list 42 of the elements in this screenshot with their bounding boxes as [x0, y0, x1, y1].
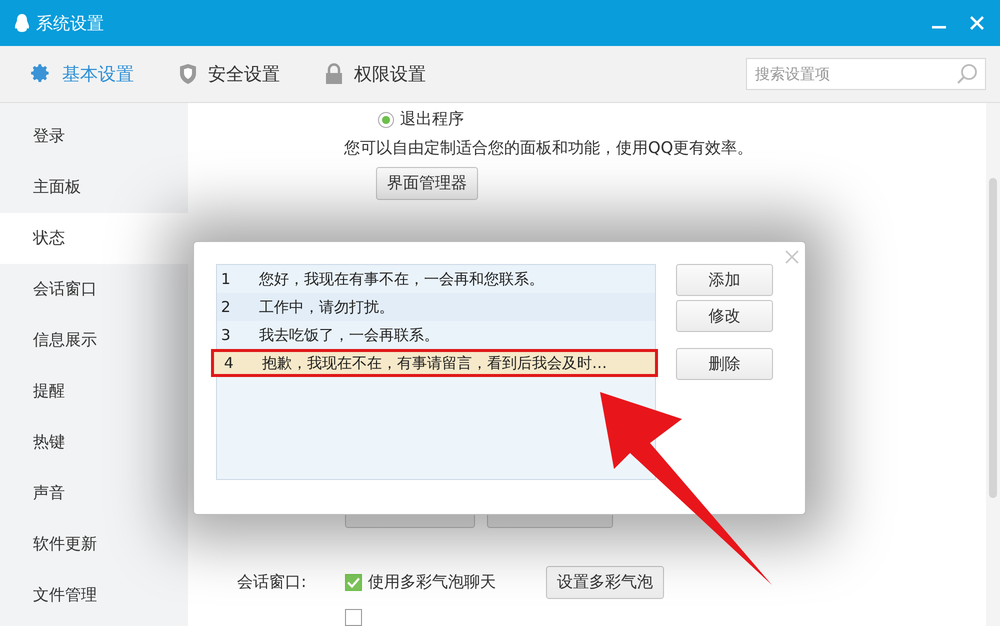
- settings-tab[interactable]: 权限设置: [324, 62, 426, 86]
- bubble-settings-button[interactable]: 设置多彩气泡: [546, 566, 664, 599]
- message-text: 您好，我现在有事不在，一会再和您联系。: [259, 270, 544, 288]
- sidebar-item[interactable]: 声音: [0, 468, 188, 519]
- scrollbar[interactable]: [986, 103, 1000, 626]
- sidebar-item[interactable]: 软件更新: [0, 519, 188, 570]
- dialog-button[interactable]: 添加: [676, 264, 773, 296]
- window-title: 系统设置: [36, 12, 105, 34]
- sidebar-item[interactable]: 主面板: [0, 162, 188, 213]
- row-number: 1: [221, 270, 232, 288]
- radio-label: 退出程序: [400, 109, 464, 130]
- sidebar-item[interactable]: 文件管理: [0, 570, 188, 621]
- search-field[interactable]: 搜索设置项: [746, 58, 986, 90]
- sidebar-item[interactable]: 热键: [0, 417, 188, 468]
- dialog-button[interactable]: 修改: [676, 300, 773, 332]
- row-number: 3: [221, 326, 232, 344]
- sidebar-item[interactable]: 状态: [0, 213, 188, 264]
- lock-icon: [324, 63, 344, 85]
- sidebar-item[interactable]: 会话窗口: [0, 264, 188, 315]
- message-row[interactable]: 2 工作中，请勿打扰。: [217, 293, 655, 321]
- message-text: 工作中，请勿打扰。: [259, 298, 394, 316]
- dialog-button[interactable]: 删除: [676, 348, 773, 380]
- search-icon[interactable]: [956, 63, 978, 85]
- sidebar-item[interactable]: 登录: [0, 111, 188, 162]
- message-text: 抱歉，我现在不在，有事请留言，看到后我会及时…: [262, 354, 607, 372]
- message-text: 我去吃饭了，一会再联系。: [259, 326, 439, 344]
- radio-button[interactable]: [378, 112, 394, 128]
- close-icon[interactable]: [785, 250, 799, 264]
- shield-icon: [178, 63, 198, 85]
- sidebar-item[interactable]: 提醒: [0, 366, 188, 417]
- message-row[interactable]: 4 抱歉，我现在不在，有事请留言，看到后我会及时…: [211, 349, 658, 377]
- interface-manager-button[interactable]: 界面管理器: [376, 167, 478, 200]
- description-text: 您可以自由定制适合您的面板和功能，使用QQ更有效率。: [344, 138, 754, 159]
- section-label: 会话窗口:: [237, 572, 308, 593]
- row-number: 4: [224, 354, 235, 372]
- settings-tab[interactable]: 安全设置: [178, 62, 280, 86]
- row-number: 2: [221, 298, 232, 316]
- checkbox[interactable]: [345, 609, 362, 626]
- penguin-icon: [14, 13, 30, 33]
- checkbox-label: 使用多彩气泡聊天: [368, 572, 496, 593]
- checkbox[interactable]: [345, 574, 362, 591]
- sidebar-item[interactable]: 信息展示: [0, 315, 188, 366]
